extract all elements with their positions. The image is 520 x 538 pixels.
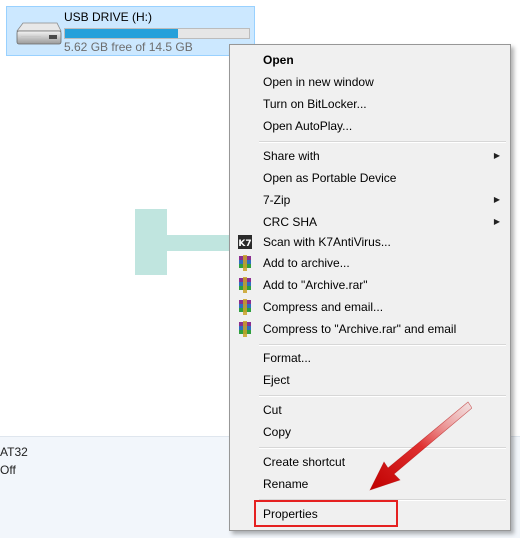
menu-label-compress-rar-email: Compress to "Archive.rar" and email (263, 322, 457, 336)
submenu-arrow-icon: ▶ (493, 217, 500, 226)
winrar-icon (239, 277, 251, 293)
menu-label-copy: Copy (263, 425, 292, 439)
usb-drive-icon (16, 22, 62, 45)
menu-label-rename: Rename (263, 477, 309, 491)
winrar-icon (239, 321, 251, 337)
menu-item-bitlocker[interactable]: Turn on BitLocker... (232, 93, 508, 115)
menu-label-open: Open (263, 53, 294, 67)
menu-label-compress-email: Compress and email... (263, 300, 384, 314)
winrar-icon (239, 255, 251, 271)
menu-item-autoplay[interactable]: Open AutoPlay... (232, 115, 508, 137)
menu-item-portable-device[interactable]: Open as Portable Device (232, 167, 508, 189)
bitlocker-status-value: Off (0, 463, 16, 477)
menu-label-format: Format... (263, 351, 312, 365)
menu-label-create-shortcut: Create shortcut (263, 455, 346, 469)
menu-label-autoplay: Open AutoPlay... (263, 119, 353, 133)
k7-antivirus-icon: K7 (238, 235, 252, 249)
menu-label-crc-sha: CRC SHA (263, 215, 318, 229)
menu-item-compress-email[interactable]: Compress and email... (232, 296, 508, 318)
menu-item-crc-sha[interactable]: CRC SHA ▶ (232, 211, 508, 233)
menu-label-portable-device: Open as Portable Device (263, 171, 397, 185)
menu-item-open[interactable]: Open (232, 49, 508, 71)
menu-item-compress-rar-email[interactable]: Compress to "Archive.rar" and email (232, 318, 508, 340)
drive-free-space: 5.62 GB free of 14.5 GB (64, 40, 193, 54)
menu-label-open-new-window: Open in new window (263, 75, 374, 89)
menu-separator (259, 395, 506, 397)
drive-name: USB DRIVE (H:) (64, 10, 153, 24)
menu-label-add-archive-rar: Add to "Archive.rar" (263, 278, 368, 292)
drive-usage-fill (65, 29, 178, 38)
menu-label-share-with: Share with (263, 149, 320, 163)
menu-item-eject[interactable]: Eject (232, 369, 508, 391)
menu-label-k7-scan: Scan with K7AntiVirus... (263, 235, 391, 249)
menu-label-cut: Cut (263, 403, 282, 417)
menu-item-format[interactable]: Format... (232, 347, 508, 369)
menu-item-add-archive-rar[interactable]: Add to "Archive.rar" (232, 274, 508, 296)
winrar-icon (239, 299, 251, 315)
usb-drive-tile[interactable]: USB DRIVE (H:) 5.62 GB free of 14.5 GB (6, 6, 255, 56)
menu-separator (259, 141, 506, 143)
file-system-value: AT32 (0, 445, 28, 459)
menu-item-share-with[interactable]: Share with ▶ (232, 145, 508, 167)
properties-highlight-box (254, 500, 398, 527)
menu-label-7zip: 7-Zip (263, 193, 291, 207)
menu-label-eject: Eject (263, 373, 290, 387)
menu-label-bitlocker: Turn on BitLocker... (263, 97, 367, 111)
menu-item-7zip[interactable]: 7-Zip ▶ (232, 189, 508, 211)
menu-separator (259, 344, 506, 346)
svg-text:K7: K7 (238, 239, 251, 249)
submenu-arrow-icon: ▶ (493, 151, 500, 160)
menu-item-open-new-window[interactable]: Open in new window (232, 71, 508, 93)
menu-item-k7-scan[interactable]: K7 Scan with K7AntiVirus... (232, 231, 508, 253)
menu-item-add-archive[interactable]: Add to archive... (232, 252, 508, 274)
red-pointer-arrow-icon (369, 401, 472, 491)
drive-usage-bar (64, 28, 250, 39)
submenu-arrow-icon: ▶ (493, 195, 500, 204)
menu-label-add-archive: Add to archive... (263, 256, 350, 270)
